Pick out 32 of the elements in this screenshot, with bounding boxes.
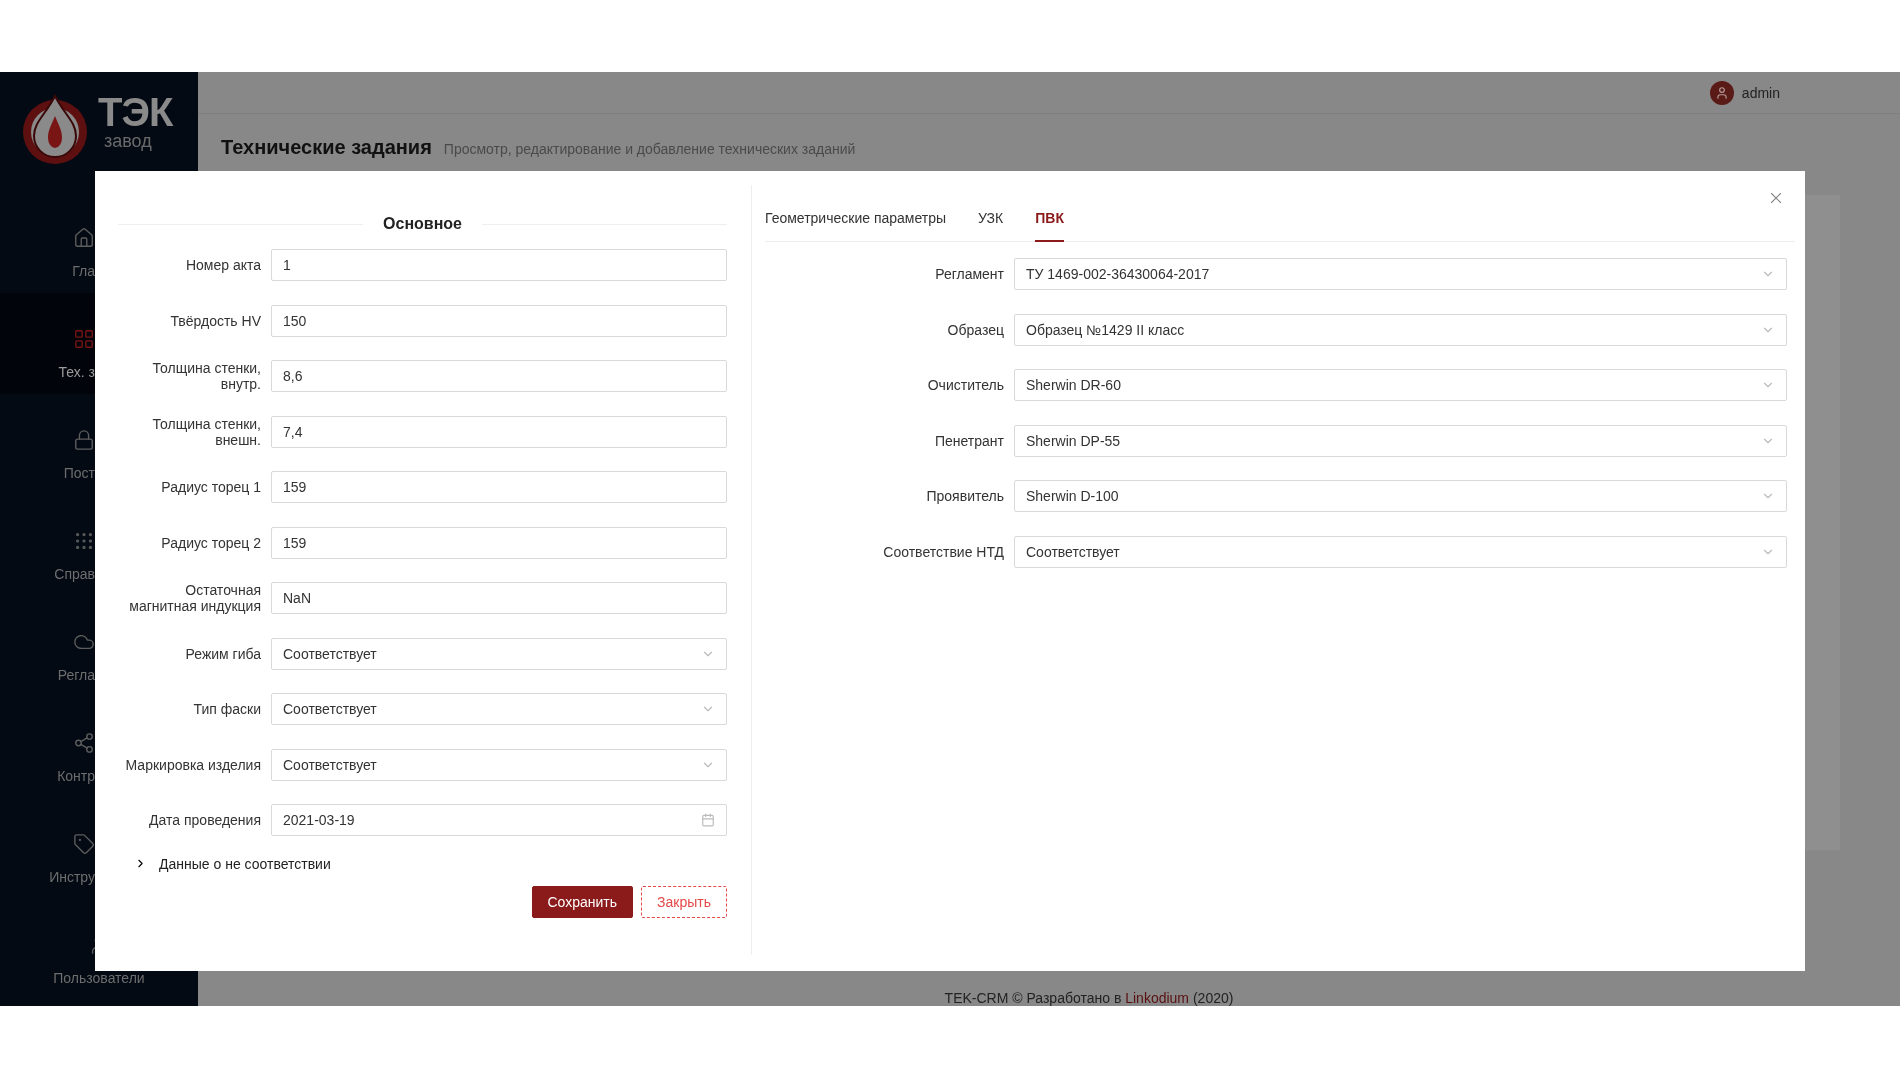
field-label: Регламент	[934, 266, 1004, 282]
field-label: Режим гиба	[184, 645, 261, 662]
field-label: Маркировка изделия	[124, 756, 261, 773]
field-label: Толщина стенки, внешн.	[151, 415, 261, 448]
field-label: Номер акта	[184, 257, 261, 273]
sidebar-label: Тех. з	[57, 364, 95, 380]
section-title: Основное	[383, 215, 462, 233]
brand-name: ТЭК	[98, 92, 173, 132]
sidebar-label: Регла	[56, 667, 95, 683]
field-label: Пенетрант	[933, 432, 1004, 449]
field-label: Проявитель	[925, 488, 1004, 504]
field-label: Очиститель	[926, 377, 1004, 393]
sidebar-label: Пользователи	[52, 970, 146, 986]
brand-subtitle: завод	[104, 132, 153, 150]
collapse-label: Данные о не соответствии	[159, 855, 331, 872]
sidebar-label: Гла	[71, 263, 95, 279]
footer-text: TEK-CRM © Разработано в Linkodium (2020)	[944, 990, 1234, 1006]
page-subtitle: Просмотр, редактирование и добавление технических заданий	[443, 141, 856, 157]
field-label: Соответствие НТД	[882, 543, 1004, 560]
field-label: Образец	[946, 321, 1004, 338]
sidebar-label: Инстру	[48, 869, 95, 885]
sidebar-label: Пост	[62, 465, 95, 481]
field-label: Остаточная магнитная индукция	[128, 582, 261, 614]
field-label: Радиус торец 1	[160, 479, 261, 495]
field-label: Тип фаски	[192, 701, 261, 717]
field-label: Твёрдость HV	[169, 312, 261, 329]
sidebar-label: Контр	[56, 768, 95, 784]
sidebar-label: Справ	[53, 566, 95, 582]
field-label: Радиус торец 2	[160, 534, 261, 551]
page-title: Технические задания	[221, 136, 432, 159]
field-label: Дата проведения	[148, 812, 261, 828]
field-label: Толщина стенки, внутр.	[151, 360, 261, 392]
